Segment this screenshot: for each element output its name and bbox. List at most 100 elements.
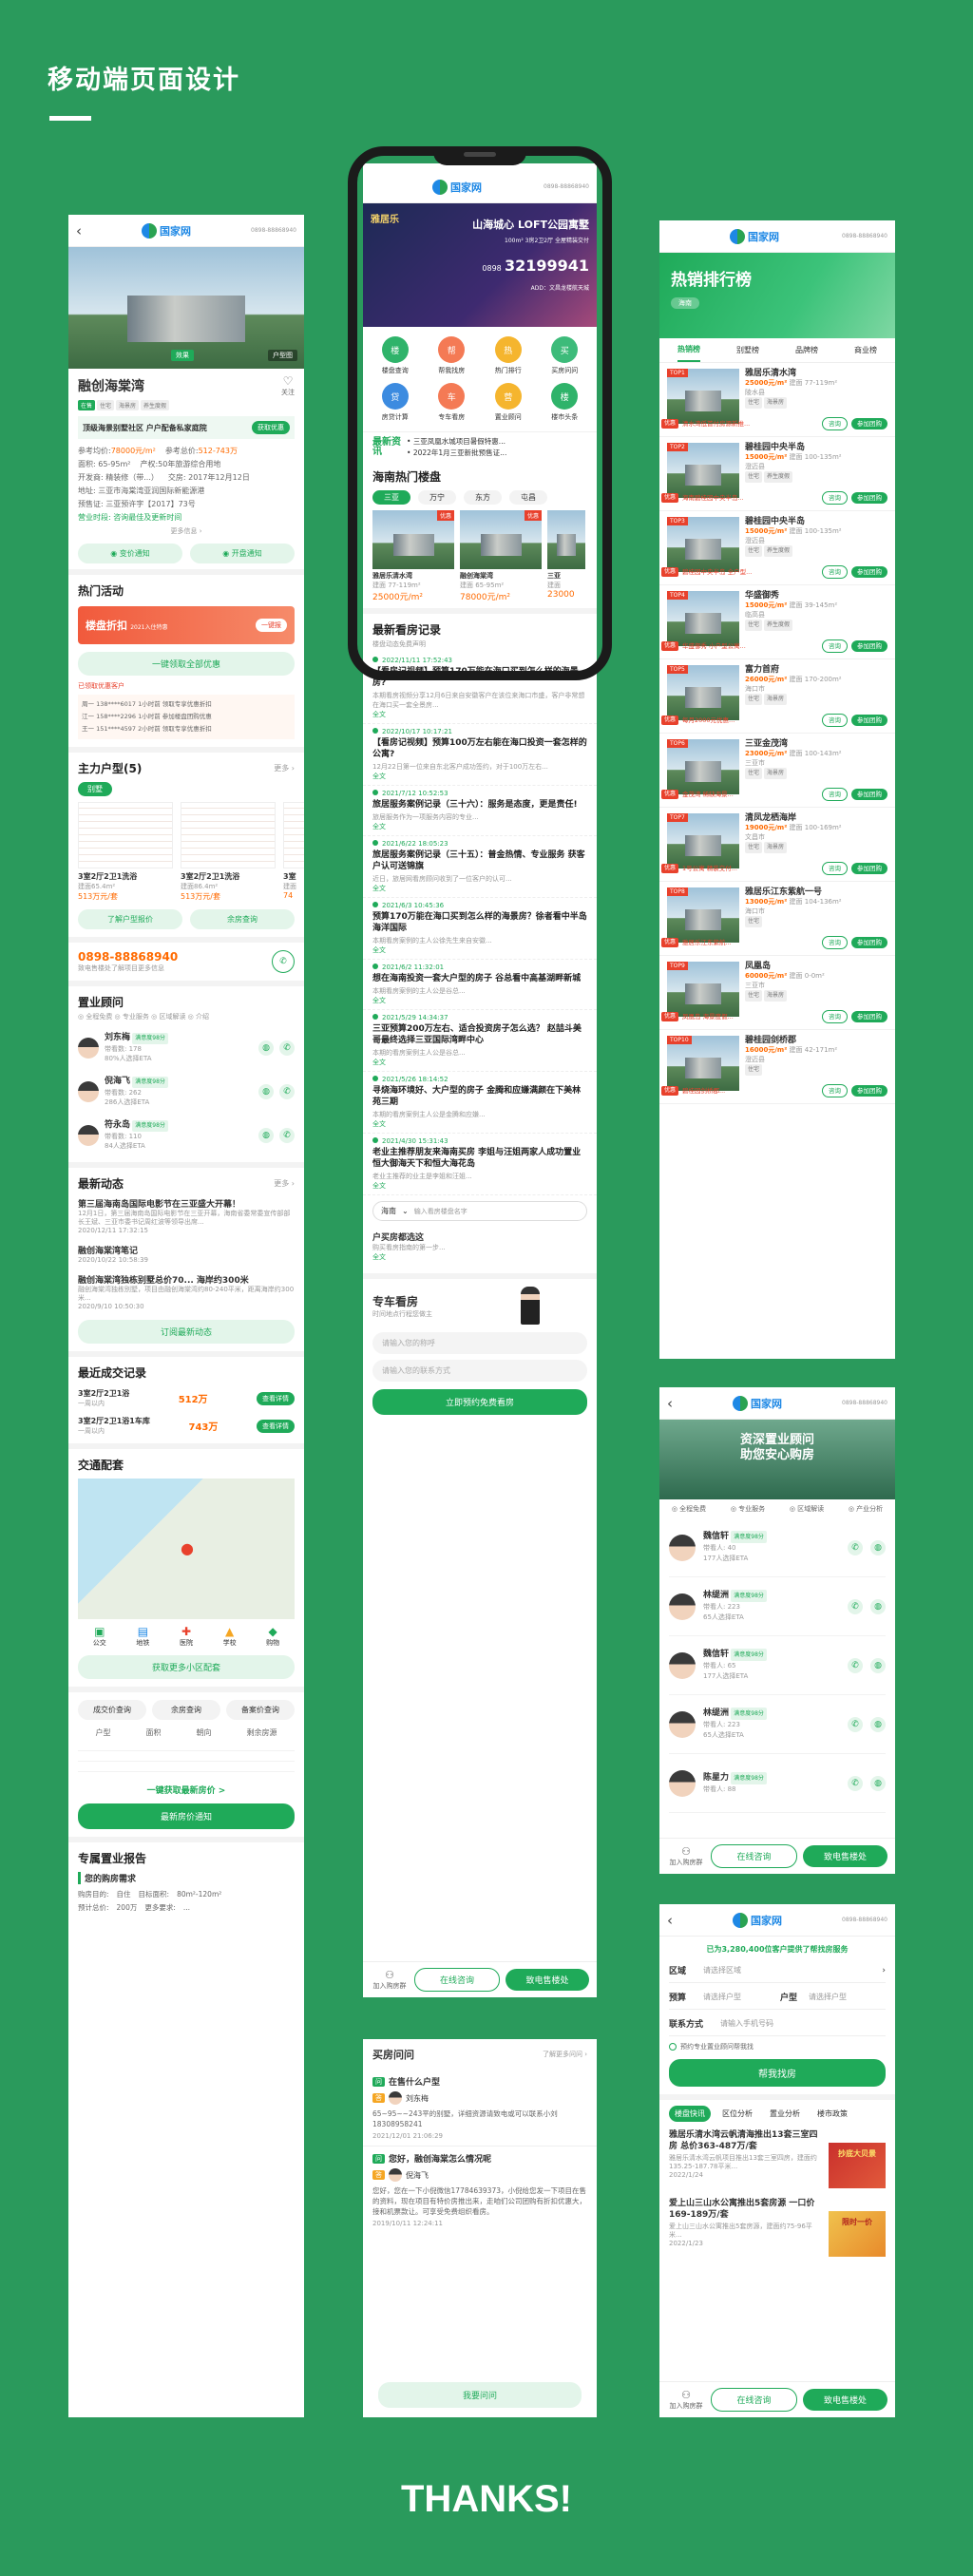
activity-banner[interactable]: 楼盘折扣 2021入住特惠 一键报 <box>78 606 295 644</box>
rank-consult-button[interactable]: 咨询 <box>822 936 848 949</box>
call-sales-button[interactable]: 致电售楼处 <box>803 1845 887 1867</box>
phone-icon[interactable]: ✆ <box>279 1040 295 1056</box>
layout-card[interactable]: 3室2厅2卫1洗浴 建面86.4m² 513万元/套 <box>181 802 276 902</box>
news-item[interactable]: 融创海棠湾笔记 2020/10/22 10:58:39 <box>78 1244 295 1264</box>
rank-consult-button[interactable]: 咨询 <box>822 491 848 505</box>
name-input[interactable]: 请输入您的称呼 <box>372 1332 587 1354</box>
budget-field[interactable]: 预算 请选择户型 户型 请选择户型 <box>669 1991 886 2010</box>
phone-icon[interactable]: ✆ <box>848 1775 863 1791</box>
region-field[interactable]: 区域 请选择区域 › <box>669 1964 886 1983</box>
rank-group-button[interactable]: 参加团购 <box>851 492 887 504</box>
news-item[interactable]: 第三届海南岛国际电影节在三亚盛大开幕！ 12月1日，第三届海南岛国际电影节在三亚… <box>78 1197 295 1234</box>
rank-consult-button[interactable]: 咨询 <box>822 417 848 430</box>
advisor-item[interactable]: 刘东梅 满意度98分 带看数: 178 80%人选择ETA ◍ ✆ <box>78 1029 295 1067</box>
layout-price-button[interactable]: 了解户型报价 <box>78 909 182 929</box>
tab-deal-price[interactable]: 成交价查询 <box>78 1700 146 1720</box>
qa-item[interactable]: 问在售什么户型 答刘东梅 65~95~~243平的别墅，详细资源请致电或可以联系… <box>363 2070 597 2147</box>
rank-group-button[interactable]: 参加团购 <box>851 640 887 652</box>
deal-detail-button[interactable]: 查看详情 <box>256 1391 295 1405</box>
chat-icon[interactable]: ◍ <box>258 1128 274 1143</box>
advisor-item[interactable]: 林缇洲 满意度98分 带看人: 223 65人选择ETA ✆ ◍ <box>669 1577 886 1636</box>
call-sales-button[interactable]: 致电售楼处 <box>803 2389 887 2411</box>
activity-signup-button[interactable]: 一键报 <box>256 619 287 632</box>
phone-icon[interactable]: ✆ <box>279 1128 295 1143</box>
record-item[interactable]: 2021/7/12 10:52:53 旅居服务案例记录（三十六）：服务是态度，更是… <box>363 786 597 836</box>
advisor-item[interactable]: 符永岛 满意度98分 带看数: 110 84人选择ETA ◍ ✆ <box>78 1116 295 1154</box>
back-icon[interactable]: ‹ <box>76 222 82 239</box>
rank-consult-button[interactable]: 咨询 <box>822 565 848 579</box>
chat-icon[interactable]: ◍ <box>870 1775 886 1791</box>
tab-brand[interactable]: 品牌榜 <box>795 345 818 355</box>
tab-hot[interactable]: 热销榜 <box>677 338 700 362</box>
rank-group-button[interactable]: 参加团购 <box>851 789 887 800</box>
chat-icon[interactable]: ◍ <box>870 1657 886 1673</box>
rank-region-badge[interactable]: 海南 <box>671 297 699 309</box>
tab-location[interactable]: 区位分析 <box>716 2106 758 2122</box>
ask-question-button[interactable]: 我要问问 <box>378 2382 582 2408</box>
ad-thumbnail[interactable]: 抄底大贝景 <box>829 2143 886 2188</box>
rank-item[interactable]: TOP2 碧桂园中央半岛 15000元/m² 建面 100-135m² 澄迈县 住宅 养生… <box>659 437 895 511</box>
rank-consult-button[interactable]: 咨询 <box>822 862 848 875</box>
record-item[interactable]: 2021/6/2 11:32:01 想在海南投资一套大户型的房子 谷总看中高基湖畔… <box>363 960 597 1010</box>
find-house-button[interactable]: 帮我找房 <box>669 2059 886 2087</box>
rank-item[interactable]: TOP1 雅居乐清水湾 25000元/m² 建面 77-119m² 陵水县 住宅 海景房优… <box>659 363 895 437</box>
tab-policy[interactable]: 楼市政策 <box>811 2106 853 2122</box>
back-icon[interactable]: ‹ <box>667 1912 673 1929</box>
record-item[interactable]: 2021/5/29 14:34:37 三亚预算200万左右、适合投资房子怎么选？ … <box>363 1010 597 1072</box>
hospital-tab[interactable]: ✚ 医院 <box>180 1625 193 1648</box>
region-select[interactable]: 海南 <box>381 1206 396 1216</box>
img-tag-effect[interactable]: 效果 <box>171 350 194 361</box>
phone-icon[interactable]: ✆ <box>848 1657 863 1673</box>
rank-consult-button[interactable]: 咨询 <box>822 639 848 653</box>
find-news-item[interactable]: 雅居乐清水湾云帆清海推出13套三室四房 总价363-487万/套 雅居乐清水湾云帆… <box>669 2129 886 2188</box>
tab-villa[interactable]: 别墅榜 <box>736 345 759 355</box>
price-change-notify-button[interactable]: ◉ 变价通知 <box>78 544 182 563</box>
more-facilities-button[interactable]: 获取更多小区配套 <box>78 1655 295 1679</box>
phone-icon[interactable]: ✆ <box>848 1539 863 1555</box>
rank-consult-button[interactable]: 咨询 <box>822 1010 848 1023</box>
online-consult-button[interactable]: 在线咨询 <box>711 2388 797 2412</box>
rank-group-button[interactable]: 参加团购 <box>851 715 887 726</box>
chat-icon[interactable]: ◍ <box>870 1539 886 1555</box>
join-group-button[interactable]: ⚇ 加入购房群 <box>667 1845 705 1867</box>
agree-checkbox[interactable]: 预约专业置业顾问帮我找 <box>669 2042 886 2051</box>
rank-group-button[interactable]: 参加团购 <box>851 863 887 874</box>
record-item[interactable]: 2022/10/17 10:17:21 【看房记视频】预算100万左右能在海口投资… <box>363 724 597 786</box>
back-icon[interactable]: ‹ <box>667 1395 673 1412</box>
rank-item[interactable]: TOP4 华盛御秀 15000元/m² 建面 39-145m² 临高县 住宅 养生度假 优惠… <box>659 585 895 659</box>
rank-item[interactable]: TOP10 碧桂园剑桥郡 16000元/m² 建面 42-171m² 澄迈县 住宅 优惠碧… <box>659 1030 895 1104</box>
find-news-item[interactable]: 爱上山三山水公寓推出5套房源 一口价169-189万/套 爱上山三山水公寓推出5套… <box>669 2198 886 2257</box>
record-item[interactable]: 2021/4/30 15:31:43 老业主推荐朋友来海南买房 李姐与汪姐两家人成… <box>363 1134 597 1195</box>
region-search-bar[interactable]: 海南 ⌄ 输入看房楼盘名字 <box>372 1201 587 1221</box>
claim-all-discount-button[interactable]: 一键领取全部优惠 <box>78 652 295 676</box>
phone-icon[interactable]: ✆ <box>272 950 295 973</box>
bus-tab[interactable]: ▣ 公交 <box>93 1625 106 1648</box>
latest-price-notify-button[interactable]: 最新房价通知 <box>78 1803 295 1829</box>
rank-group-button[interactable]: 参加团购 <box>851 937 887 948</box>
follow-button[interactable]: ♡ 关注 <box>281 374 295 397</box>
qa-item[interactable]: 问您好，融创海棠怎么情况呢 答倪海飞 您好，您在一下小倪微信1778463937… <box>363 2147 597 2233</box>
rank-consult-button[interactable]: 咨询 <box>822 788 848 801</box>
phone-section[interactable]: 0898-88868940 致电售楼处了解项目更多信息 ✆ <box>68 937 304 981</box>
phone-icon[interactable]: ✆ <box>848 1598 863 1614</box>
chat-icon[interactable]: ◍ <box>258 1084 274 1099</box>
rank-consult-button[interactable]: 咨询 <box>822 714 848 727</box>
sales-phone[interactable]: 0898-88868940 <box>78 950 178 964</box>
remaining-query-button[interactable]: 余房查询 <box>190 909 295 929</box>
chat-icon[interactable]: ◍ <box>870 1598 886 1614</box>
advisor-item[interactable]: 魏信轩 满意度98分 带看人: 40 177人选择ETA ✆ ◍ <box>669 1518 886 1577</box>
advisor-item[interactable]: 魏信轩 满意度98分 带看人: 65 177人选择ETA ✆ ◍ <box>669 1636 886 1695</box>
tab-news[interactable]: 楼盘快讯 <box>669 2106 711 2122</box>
contact-input[interactable]: 请输入您的联系方式 <box>372 1360 587 1382</box>
rank-group-button[interactable]: 参加团购 <box>851 1085 887 1097</box>
chat-icon[interactable]: ◍ <box>258 1040 274 1056</box>
call-sales-button[interactable]: 致电售楼处 <box>506 1969 589 1991</box>
rank-item[interactable]: TOP3 碧桂园中央半岛 15000元/m² 建面 100-135m² 澄迈县 住宅 养生… <box>659 511 895 585</box>
advisor-item[interactable]: 倪海飞 满意度98分 带看数: 262 286人选择ETA ◍ ✆ <box>78 1073 295 1111</box>
online-consult-button[interactable]: 在线咨询 <box>711 1844 797 1868</box>
layout-filter-villa[interactable]: 别墅 <box>78 782 112 796</box>
advisor-item[interactable]: 陈星力 满意度98分 带看人: 88 ✆ ◍ <box>669 1754 886 1813</box>
advisor-item[interactable]: 林缇洲 满意度98分 带看人: 223 65人选择ETA ✆ ◍ <box>669 1695 886 1754</box>
subscribe-news-button[interactable]: 订阅最新动态 <box>78 1320 295 1344</box>
layout-card[interactable]: 3室2厅2卫1洗浴 建面65.4m² 513万元/套 <box>78 802 173 902</box>
